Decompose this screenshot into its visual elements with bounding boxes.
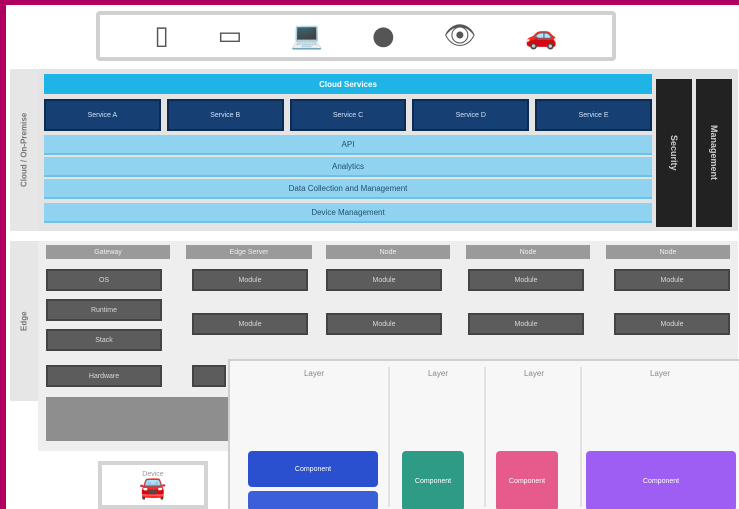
phone-icon: ▯	[154, 21, 169, 51]
gateway-box: Stack	[46, 329, 162, 351]
cloud-band: Analytics	[44, 157, 652, 177]
overlay-column-head: Layer	[303, 369, 324, 378]
module-box: Module	[326, 313, 442, 335]
microphone-icon: ●	[371, 21, 395, 51]
module-box	[192, 365, 226, 387]
overlay-card-blue: Component	[248, 451, 378, 487]
module-box: Module	[326, 269, 442, 291]
gateway-box: Runtime	[46, 299, 162, 321]
column-header: Gateway	[46, 245, 170, 259]
bottom-device: Device 🚘	[98, 461, 208, 509]
overlay-column-head: Layer	[427, 369, 448, 378]
service-row: Service A Service B Service C Service D …	[44, 99, 652, 131]
overlay-card-teal: Component	[402, 451, 464, 509]
column-header: Node	[326, 245, 450, 259]
cloud-title: Cloud Services	[44, 74, 652, 94]
overlay-card-blue-lower	[248, 491, 378, 509]
cloud-band: API	[44, 135, 652, 155]
overlay-column-head: Layer	[649, 369, 670, 378]
column-header: Node	[606, 245, 730, 259]
overlay-panel: Layer Layer Layer Layer Component Compon…	[228, 359, 739, 509]
device-strip: ▯ ▭ 💻 ● 👁 🚗	[96, 11, 616, 61]
car-icon: 🚗	[525, 21, 558, 51]
service-box: Service D	[412, 99, 530, 131]
overlay-divider	[580, 367, 582, 507]
overlay-card-pink: Component	[496, 451, 558, 509]
service-box: Service A	[44, 99, 161, 131]
cloud-band: Device Management	[44, 203, 652, 223]
diagram-canvas: ▯ ▭ 💻 ● 👁 🚗 Cloud / On-Premise Cloud Ser…	[6, 5, 739, 509]
module-box: Module	[468, 313, 584, 335]
service-box: Service B	[166, 99, 284, 131]
management-column: Management	[696, 79, 732, 227]
overlay-divider	[484, 367, 486, 507]
cloud-band: Data Collection and Management	[44, 179, 652, 199]
car-icon: 🚘	[139, 475, 167, 501]
tablet-icon: ▭	[217, 21, 243, 51]
cloud-side-label: Cloud / On-Premise	[10, 69, 38, 231]
security-column: Security	[656, 79, 692, 227]
service-box: Service E	[535, 99, 652, 131]
laptop-icon: 💻	[290, 21, 324, 51]
gateway-box: OS	[46, 269, 162, 291]
service-box: Service C	[289, 99, 407, 131]
module-box: Module	[614, 269, 730, 291]
module-box: Module	[614, 313, 730, 335]
overlay-divider	[388, 367, 390, 507]
module-box: Module	[468, 269, 584, 291]
eye-icon: 👁	[443, 21, 477, 51]
gateway-box: Hardware	[46, 365, 162, 387]
overlay-column-head: Layer	[523, 369, 544, 378]
overlay-card-purple: Component	[586, 451, 736, 509]
overlay-column: Layer	[244, 369, 384, 509]
module-box: Module	[192, 313, 308, 335]
column-header: Edge Server	[186, 245, 312, 259]
edge-side-label: Edge	[10, 241, 38, 401]
column-header: Node	[466, 245, 590, 259]
module-box: Module	[192, 269, 308, 291]
